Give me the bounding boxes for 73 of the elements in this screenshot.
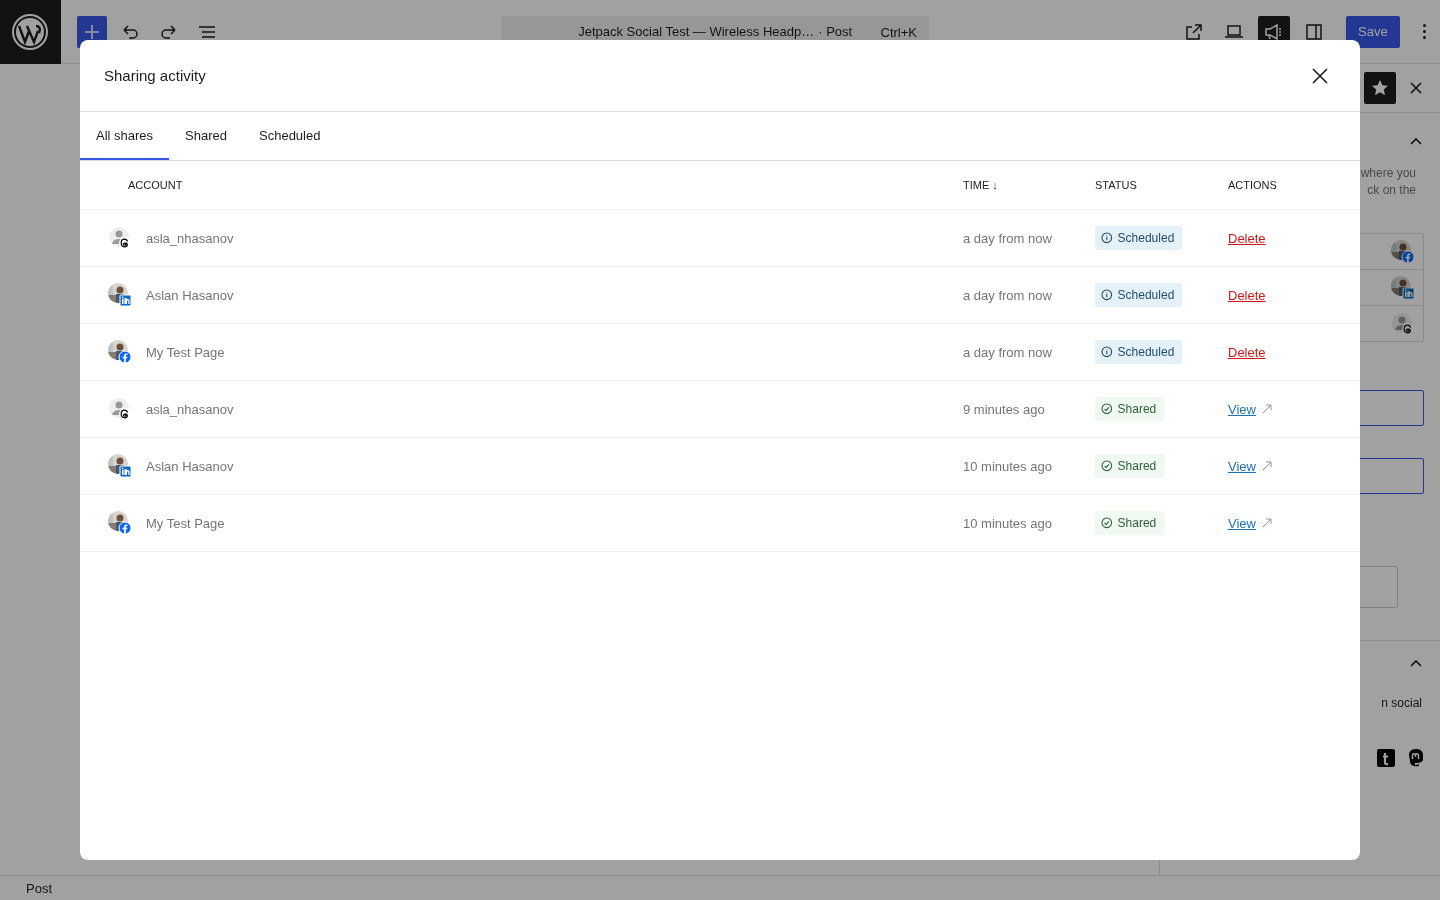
column-header: ACCOUNT [128,179,183,191]
view-link[interactable]: View [1228,458,1256,474]
external-link-icon [1186,23,1202,40]
star-button[interactable] [1364,72,1396,104]
wordpress-logo[interactable] [12,13,49,50]
laptop-icon [1224,25,1244,38]
tab[interactable]: Scheduled [243,112,337,160]
linkedin-icon [1402,286,1415,300]
time-text: a day from now [963,287,1052,303]
account-name: Aslan Hasanov [146,287,234,303]
time-text: a day from now [963,344,1052,360]
mastodon-icon[interactable] [1408,748,1424,768]
external-arrow-icon [1261,518,1272,528]
status-badge: Shared [1095,511,1165,535]
close-icon [1312,67,1328,84]
linkedin-icon [119,465,132,478]
undo-icon [122,24,138,39]
time-text: 10 minutes ago [963,515,1052,531]
delete-link[interactable]: Delete [1228,287,1266,303]
account-name: My Test Page [146,515,225,531]
save-button[interactable]: Save [1346,15,1400,48]
facebook-icon [118,350,132,364]
linkedin-icon [119,294,132,307]
threads-icon [118,407,132,421]
column-header: TIME ↓ [963,179,998,191]
tab[interactable]: All shares [80,112,170,160]
info-icon [1101,289,1113,301]
status-bar-text: Post [0,875,1440,900]
time-text: a day from now [963,230,1052,246]
close-icon [1410,82,1422,94]
facebook-icon [118,521,132,535]
sidebar-icon [1306,23,1322,40]
check-circle-icon [1101,460,1113,472]
threads-icon [118,236,132,250]
tab[interactable]: Shared [169,112,243,160]
account-name: asla_nhasanov [146,230,234,246]
description-text: ck on the [1367,182,1416,199]
info-icon [1101,346,1113,358]
time-text: 10 minutes ago [963,458,1052,474]
view-link[interactable]: View [1228,401,1256,417]
delete-link[interactable]: Delete [1228,344,1266,360]
info-icon [1101,232,1113,244]
status-badge: Shared [1095,397,1165,421]
chevron-up-icon [1410,137,1422,145]
threads-icon [1401,321,1415,336]
status-badge: Scheduled [1095,226,1183,250]
account-name: My Test Page [146,344,225,360]
column-header: STATUS [1095,179,1137,191]
view-link[interactable]: View [1228,515,1256,531]
document-title: Jetpack Social Test — Wireless Headp… [578,24,815,39]
time-text: 9 minutes ago [963,401,1045,417]
status-badge: Scheduled [1095,283,1183,307]
status-badge: Scheduled [1095,340,1183,364]
keyboard-shortcut: Ctrl+K [880,24,917,40]
delete-link[interactable]: Delete [1228,230,1266,246]
description-text: n social [1381,695,1422,712]
description-text: where you [1360,165,1416,182]
post-type-label: · Post [818,24,853,39]
check-circle-icon [1101,517,1113,529]
list-view-icon [198,25,217,38]
modal-title: Sharing activity [104,67,206,84]
star-icon [1371,79,1389,97]
chevron-up-icon [1410,659,1422,667]
column-header: ACTIONS [1228,179,1277,191]
external-arrow-icon [1261,404,1272,414]
tumblr-icon[interactable] [1376,748,1396,768]
account-name: asla_nhasanov [146,401,234,417]
status-badge: Shared [1095,454,1165,478]
check-circle-icon [1101,403,1113,415]
external-arrow-icon [1261,461,1272,471]
kebab-icon [1422,23,1428,40]
redo-icon [161,24,177,39]
account-name: Aslan Hasanov [146,458,234,474]
